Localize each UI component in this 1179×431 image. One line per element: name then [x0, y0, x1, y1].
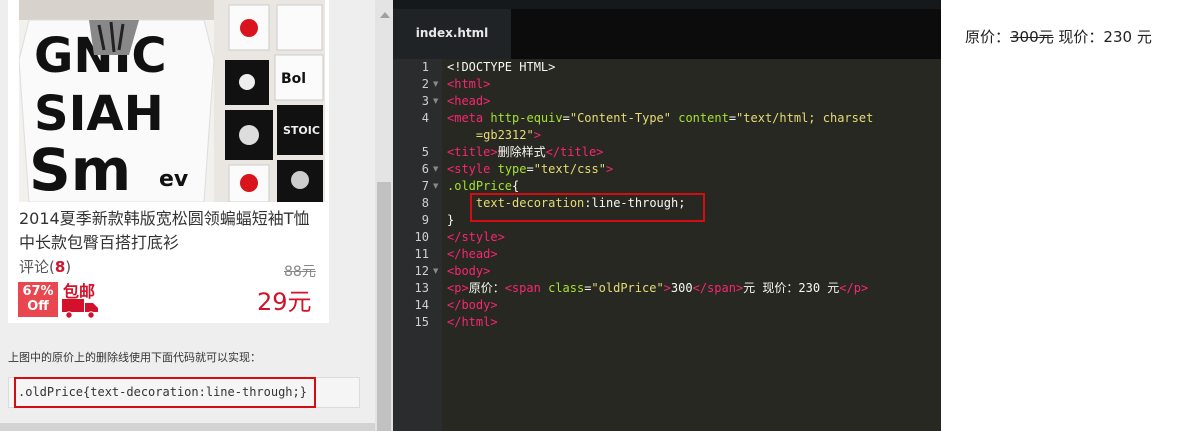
- code-line[interactable]: <!DOCTYPE HTML>: [447, 59, 555, 76]
- line-number: 2: [421, 77, 429, 91]
- comments-paren-close: ): [65, 258, 72, 276]
- free-shipping-badge: 包邮: [62, 278, 100, 320]
- code-line[interactable]: <head>: [447, 93, 490, 110]
- code-line[interactable]: </html>: [447, 314, 498, 331]
- lesson-explanation: 上图中的原价上的删除线使用下面代码就可以实现：: [8, 351, 261, 364]
- line-number: 14: [414, 298, 429, 312]
- current-price: 29元: [257, 288, 312, 316]
- preview-pane: [941, 0, 1179, 431]
- css-rule-highlight-box: [470, 193, 705, 222]
- product-photo[interactable]: GNIC SIAH Sm ev Bol STOIC: [19, 0, 325, 202]
- fold-arrow-icon[interactable]: ▼: [433, 178, 438, 195]
- product-card[interactable]: GNIC SIAH Sm ev Bol STOIC 2014夏季新款韩版宽松圆领…: [8, 0, 329, 323]
- delivery-truck-icon: [62, 299, 98, 319]
- scroll-up-arrow-icon[interactable]: [380, 12, 390, 18]
- photo-text-5: Bol: [281, 71, 306, 87]
- fold-arrow-icon[interactable]: ▼: [433, 263, 438, 280]
- preview-current-price: 现价：230 元: [1053, 28, 1152, 46]
- line-number: 8: [421, 196, 429, 210]
- discount-off: Off: [27, 299, 49, 314]
- comments-count[interactable]: 评论(8): [19, 256, 71, 277]
- line-number: 13: [414, 281, 429, 295]
- code-line[interactable]: <p>原价：<span class="oldPrice">300</span>元…: [447, 280, 868, 297]
- line-number: 11: [414, 247, 429, 261]
- photo-text-2: SIAH: [34, 86, 164, 142]
- original-price: 88元: [284, 264, 316, 280]
- code-line[interactable]: =gb2312">: [447, 127, 541, 144]
- preview-output: 原价：300元 现价：230 元: [965, 26, 1152, 47]
- discount-percent: 67%: [22, 284, 54, 299]
- tab-index-html[interactable]: index.html: [393, 9, 511, 59]
- fold-arrow-icon[interactable]: ▼: [433, 93, 438, 110]
- code-area[interactable]: <!DOCTYPE HTML> <html> <head> <meta http…: [442, 59, 941, 431]
- line-number-gutter: 1 2 ▼ 3 ▼ 4 5 6 ▼ 7 ▼ 8 9 10 11 12 ▼ 13 …: [393, 59, 442, 431]
- line-number: 15: [414, 315, 429, 329]
- fold-arrow-icon[interactable]: ▼: [433, 161, 438, 178]
- line-number: 3: [421, 94, 429, 108]
- comments-number: 8: [54, 258, 66, 276]
- editor-top-bar: [393, 0, 941, 9]
- preview-old-price: 300元: [1010, 28, 1054, 46]
- code-line[interactable]: <html>: [447, 76, 490, 93]
- photo-text-6: STOIC: [283, 124, 320, 137]
- line-number: 5: [421, 145, 429, 159]
- line-number: 4: [421, 111, 429, 125]
- discount-badge: 67% Off: [18, 282, 58, 317]
- lesson-pane: GNIC SIAH Sm ev Bol STOIC 2014夏季新款韩版宽松圆领…: [0, 0, 393, 431]
- horizontal-scrollbar[interactable]: [0, 423, 375, 431]
- tshirt-display-image: GNIC SIAH Sm ev Bol STOIC: [19, 0, 325, 202]
- comments-label: 评论(: [19, 258, 55, 276]
- photo-text-4: ev: [159, 167, 189, 192]
- line-number: 9: [421, 213, 429, 227]
- scrollbar-thumb[interactable]: [377, 182, 391, 431]
- line-number: 6: [421, 162, 429, 176]
- code-line[interactable]: </body>: [447, 297, 498, 314]
- line-number: 7: [421, 179, 429, 193]
- code-line[interactable]: <body>: [447, 263, 490, 280]
- code-line[interactable]: <title>删除样式</title>: [447, 144, 603, 161]
- snippet-highlight-box: [14, 377, 316, 408]
- photo-text-3: Sm: [29, 136, 131, 202]
- product-title[interactable]: 2014夏季新款韩版宽松圆领蝙蝠短袖T恤中长款包臀百搭打底衫: [19, 207, 325, 255]
- code-line[interactable]: <style type="text/css">: [447, 161, 613, 178]
- line-number: 1: [421, 60, 429, 74]
- preview-label-old: 原价：: [965, 28, 1011, 46]
- line-number: 10: [414, 230, 429, 244]
- code-line[interactable]: </head>: [447, 246, 498, 263]
- code-editor[interactable]: index.html 1 2 ▼ 3 ▼ 4 5 6 ▼ 7 ▼ 8 9 10 …: [393, 0, 941, 431]
- code-line[interactable]: <meta http-equiv="Content-Type" content=…: [447, 110, 873, 127]
- code-line[interactable]: }: [447, 212, 454, 229]
- line-number: 12: [414, 264, 429, 278]
- code-line[interactable]: </style>: [447, 229, 505, 246]
- fold-arrow-icon[interactable]: ▼: [433, 76, 438, 93]
